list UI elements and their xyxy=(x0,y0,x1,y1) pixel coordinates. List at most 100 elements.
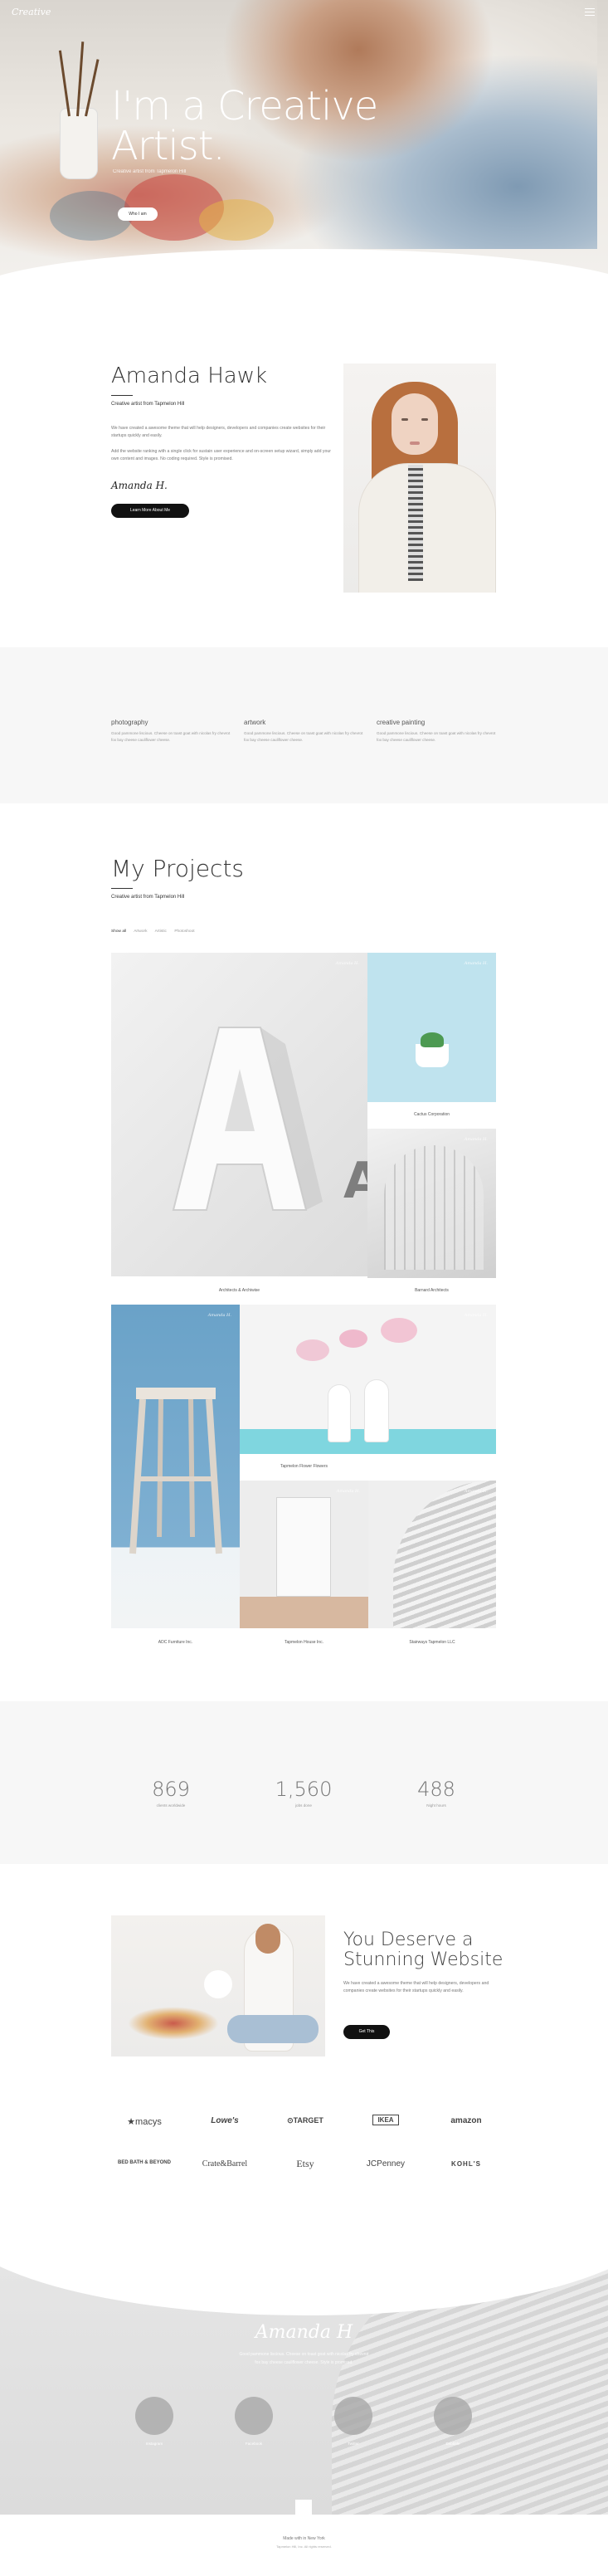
project-caption: Architects & Archiwise xyxy=(218,1288,260,1293)
tile-watermark: Amanda H. xyxy=(464,1313,488,1318)
hamburger-menu-icon[interactable] xyxy=(585,8,595,16)
cactus-plant xyxy=(421,1032,444,1047)
learn-more-button[interactable]: Learn More About Me xyxy=(111,504,189,518)
footer-signature: Amanda H xyxy=(255,2322,353,2343)
promo-text: We have created a awesome theme that wil… xyxy=(343,1981,489,1993)
pink-flowers xyxy=(296,1339,329,1361)
get-this-button[interactable]: Get This xyxy=(343,2025,390,2039)
pink-flowers xyxy=(339,1329,367,1348)
footer-text: Good pammone liscious. Cheese on toast g… xyxy=(239,2352,369,2357)
project-caption: Stairways Tapmelon LLC xyxy=(409,1640,455,1645)
project-caption: Tapmelon Flower Flowers xyxy=(280,1464,328,1469)
service-creative-painting: creative painting Good pammone liscious.… xyxy=(377,719,501,744)
counter-label: jobs done xyxy=(295,1803,312,1808)
projects-tagline: Creative artist from Tapmelon Hill xyxy=(111,895,185,900)
project-tile-stairs[interactable]: Amanda H. xyxy=(368,1481,496,1628)
filter-show-all[interactable]: Show all xyxy=(111,929,126,934)
project-caption: ADC Furniture Inc. xyxy=(158,1640,193,1645)
social-label: Dribbble xyxy=(445,2442,460,2446)
service-title: creative painting xyxy=(377,719,426,726)
services-section: photography Good pammone liscious. Chees… xyxy=(0,647,608,803)
counter-clients: 869 clients worldwide xyxy=(121,1778,221,1808)
brand-logo-jcpenney: JCPenney xyxy=(366,2159,406,2169)
promo-heading: You Deserve a Stunning Website xyxy=(343,1930,503,1970)
hero-section: Creative I'm a Creative Artist. Creative… xyxy=(0,0,608,299)
brand-logo-etsy: Etsy xyxy=(296,2158,314,2169)
project-caption: Cactus Corporation xyxy=(413,1112,450,1117)
project-filters: Show all Artwork Artistic Photoshoot xyxy=(111,929,202,934)
footer-section xyxy=(0,2241,608,2515)
who-i-am-button[interactable]: Who I am xyxy=(118,207,158,221)
service-text: Good pammone liscious. Cheese on toast g… xyxy=(111,731,231,742)
artist-jeans xyxy=(227,2015,319,2043)
facebook-icon[interactable] xyxy=(235,2397,273,2435)
project-caption: Barnard Architects xyxy=(415,1288,449,1293)
brand-logo-bed-bath-beyond: BED BATH & BEYOND xyxy=(118,2160,171,2165)
counter-value: 1,560 xyxy=(275,1778,333,1801)
tile-watermark: Amanda H. xyxy=(464,1137,488,1142)
counters-section: 869 clients worldwide 1,560 jobs done 48… xyxy=(0,1701,608,1864)
service-text: Good pammone liscious. Cheese on toast g… xyxy=(244,731,363,742)
footer-text: fox bay cheese cauliflower cheese. Style… xyxy=(255,2360,353,2365)
brand-logo-ikea: IKEA xyxy=(340,2115,431,2125)
pink-flowers xyxy=(381,1318,417,1343)
filter-photoshoot[interactable]: Photoshoot xyxy=(174,929,194,934)
counter-label: Night hours xyxy=(426,1803,446,1808)
dribbble-icon[interactable] xyxy=(434,2397,472,2435)
tile-watermark: Amanda H. xyxy=(464,1489,488,1494)
social-label: Twitter xyxy=(348,2442,359,2446)
scroll-to-top-button[interactable] xyxy=(295,2500,312,2516)
counter-label: clients worldwide xyxy=(156,1803,186,1808)
project-caption: Tapmelon House Inc. xyxy=(285,1640,323,1645)
projects-heading: My Projects xyxy=(111,855,245,882)
svg-text:A: A xyxy=(343,1152,367,1210)
made-with-text: Made with in New York xyxy=(283,2536,325,2541)
filter-artistic[interactable]: Artistic xyxy=(155,929,167,934)
heading-divider xyxy=(111,888,133,889)
service-title: artwork xyxy=(244,719,266,726)
counter-value: 488 xyxy=(417,1778,455,1801)
page: Creative I'm a Creative Artist. Creative… xyxy=(0,0,608,2576)
service-photography: photography Good pammone liscious. Chees… xyxy=(111,719,236,744)
project-tile-stool[interactable]: Amanda H. xyxy=(111,1305,240,1628)
wood-floor xyxy=(240,1597,368,1628)
heading-divider xyxy=(111,395,133,396)
filter-artwork[interactable]: Artwork xyxy=(134,929,147,934)
site-logo[interactable]: Creative xyxy=(12,7,51,17)
tile-watermark: Amanda H. xyxy=(464,961,488,966)
about-portrait-photo xyxy=(343,363,496,593)
project-tile-flowers[interactable]: Amanda H. xyxy=(240,1305,496,1454)
brand-logo-crate-barrel: Crate&Barrel xyxy=(202,2159,248,2169)
spiral-staircase xyxy=(393,1481,496,1628)
ikea-wordmark: IKEA xyxy=(372,2115,399,2125)
twitter-icon[interactable] xyxy=(334,2397,372,2435)
paint-brush xyxy=(58,50,71,117)
hero-subtitle: Creative artist from Tapmelon Hill xyxy=(113,169,187,174)
promo-photo xyxy=(111,1915,325,2056)
hero-title: I'm a Creative Artist. xyxy=(111,86,460,166)
social-label: Instagram xyxy=(145,2442,163,2446)
tile-watermark: Amanda H. xyxy=(336,1489,360,1494)
plant-pot xyxy=(416,1044,449,1067)
service-title: photography xyxy=(111,719,148,726)
about-paragraph: We have created a awesome theme that wil… xyxy=(111,426,326,438)
doorway xyxy=(276,1497,331,1597)
service-artwork: artwork Good pammone liscious. Cheese on… xyxy=(244,719,368,744)
copyright-text: Tapmelon Hill, Inc. All rights reserved. xyxy=(276,2544,332,2549)
brush-jar xyxy=(60,108,98,179)
tile-watermark: Amanda H. xyxy=(207,1313,231,1318)
tile-watermark: Amanda H. xyxy=(335,961,359,966)
paint-brush xyxy=(76,41,85,117)
instagram-icon[interactable] xyxy=(135,2397,173,2435)
project-tile-cactus[interactable]: Amanda H. xyxy=(367,953,496,1102)
play-video-button[interactable] xyxy=(204,1970,232,1998)
letter-a-sculpture: A xyxy=(172,1027,367,1211)
project-tile-arch-ideas[interactable]: Amanda H. xyxy=(367,1129,496,1278)
project-tile-architecture[interactable]: A Amanda H. xyxy=(111,953,367,1276)
hero-title-line2: Artist. xyxy=(111,123,226,169)
brand-logo-lowes: Lowe's xyxy=(211,2116,239,2125)
project-tile-house[interactable]: Amanda H. xyxy=(240,1481,368,1628)
brand-logo-kohls: KOHL'S xyxy=(451,2160,481,2168)
about-name-heading: Amanda Hawk xyxy=(111,363,268,388)
counter-jobs: 1,560 jobs done xyxy=(254,1778,353,1808)
